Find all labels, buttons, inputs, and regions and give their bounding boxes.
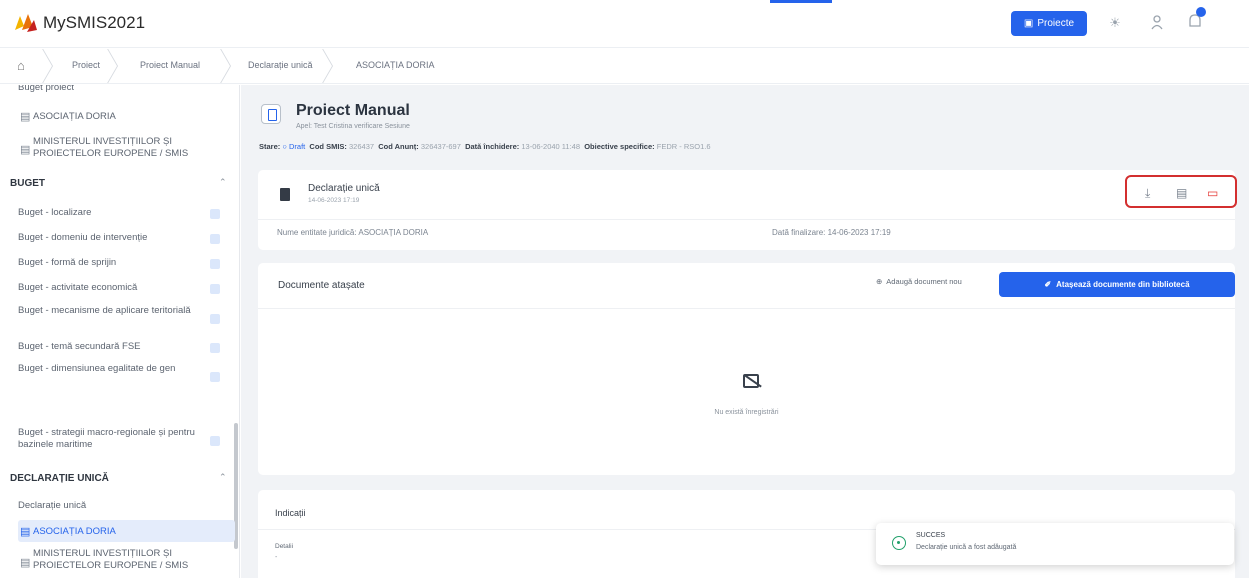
meta-value: FEDR - RSO1.6 xyxy=(656,142,711,151)
indications-title: Indicații xyxy=(275,508,306,518)
chevron-up-icon[interactable]: ⌃ xyxy=(219,177,227,188)
user-icon[interactable] xyxy=(1148,14,1166,32)
breadcrumb-separator xyxy=(320,49,321,83)
sidebar-item-declaratie-unica[interactable]: Declarație unică xyxy=(18,500,86,512)
file-icon xyxy=(280,188,290,201)
success-icon xyxy=(892,536,906,550)
sidebar-item-buget[interactable]: Buget - localizare xyxy=(18,207,91,219)
status-badge xyxy=(210,234,220,244)
sidebar-item-buget[interactable]: Buget - dimensiunea egalitate de gen xyxy=(18,363,198,375)
app-title[interactable]: MySMIS2021 xyxy=(43,13,145,33)
breadcrumb-separator xyxy=(218,49,219,83)
attach-from-library-button[interactable]: ✐ Atașează documente din bibliotecă xyxy=(999,272,1235,297)
sidebar-item-buget-proiect[interactable]: Buget proiect xyxy=(18,85,74,94)
status-badge xyxy=(210,284,220,294)
main-content: Proiect Manual Apel: Test Cristina verif… xyxy=(241,85,1249,578)
meta-label: Dată închidere: xyxy=(465,142,520,151)
meta-label: Obiective specifice: xyxy=(584,142,655,151)
breadcrumb-separator xyxy=(105,49,106,83)
divider xyxy=(258,219,1235,220)
sidebar-section-buget[interactable]: BUGET xyxy=(10,178,45,189)
top-link-underline xyxy=(770,0,832,3)
view-document-icon[interactable]: ▤ xyxy=(1176,186,1187,200)
document-icon: ▤ xyxy=(20,557,31,569)
app-logo-icon xyxy=(15,14,37,32)
status-badge xyxy=(210,314,220,324)
page-subtitle: Apel: Test Cristina verificare Sesiune xyxy=(296,123,410,130)
paperclip-icon: ✐ xyxy=(1044,280,1052,289)
empty-state-text: Nu există înregistrări xyxy=(714,409,779,416)
breadcrumb-item-declaratie[interactable]: Declarație unică xyxy=(248,60,313,70)
sidebar-item-buget[interactable]: Buget - mecanisme de aplicare teritorial… xyxy=(18,305,198,317)
chevron-up-icon[interactable]: ⌃ xyxy=(219,472,227,483)
page-title: Proiect Manual xyxy=(296,102,410,119)
status-badge xyxy=(210,372,220,382)
meta-label: Cod Anunț: xyxy=(378,142,419,151)
divider xyxy=(258,308,1235,309)
projects-button-label: Proiecte xyxy=(1037,18,1075,29)
sidebar: Buget proiect ▤ ASOCIAȚIA DORIA ▤ MINIST… xyxy=(0,85,240,578)
entity-name: Nume entitate juridică: ASOCIAȚIA DORIA xyxy=(277,228,429,237)
sidebar-item-buget[interactable]: Buget - activitate economică xyxy=(18,282,137,294)
project-meta: Stare: ○ Draft Cod SMIS: 326437 Cod Anun… xyxy=(259,142,711,151)
document-name: Declarație unică xyxy=(308,183,380,194)
add-document-button[interactable]: ⊕ Adaugă document nou xyxy=(876,277,962,286)
sidebar-item-buget[interactable]: Buget - strategii macro-regionale și pen… xyxy=(18,427,198,451)
status-value: Draft xyxy=(288,142,306,151)
document-icon: ▤ xyxy=(20,111,31,123)
details-label: Detalii xyxy=(275,543,294,550)
sidebar-item-buget[interactable]: Buget - formă de sprijin xyxy=(18,257,116,269)
sidebar-section-declaratie[interactable]: DECLARAȚIE UNICĂ xyxy=(10,473,109,484)
meta-value: 326437-697 xyxy=(420,142,461,151)
meta-label: Cod SMIS: xyxy=(309,142,347,151)
document-icon: ▤ xyxy=(20,144,31,156)
plus-circle-icon: ⊕ xyxy=(876,277,883,286)
attachments-title: Documente atașate xyxy=(278,280,365,291)
home-icon[interactable]: ⌂ xyxy=(17,58,25,73)
attachments-card: Documente atașate ⊕ Adaugă document nou … xyxy=(258,263,1235,475)
meta-label: Stare: xyxy=(259,142,281,151)
toast-message: Declarație unică a fost adăugată xyxy=(916,544,1017,551)
breadcrumb-item-current: ASOCIAȚIA DORIA xyxy=(356,60,435,70)
document-card: Declarație unică 14-06-2023 17:19 ⤓ ▤ ▭ … xyxy=(258,170,1237,250)
success-toast: SUCCES Declarație unică a fost adăugată xyxy=(876,523,1234,565)
no-records-icon xyxy=(743,374,759,388)
breadcrumb-item-proiect[interactable]: Proiect xyxy=(72,60,100,70)
download-icon[interactable]: ⤓ xyxy=(1145,186,1150,201)
notifications-bell-icon[interactable] xyxy=(1186,6,1208,32)
app-header: MySMIS2021 ▣ Proiecte ☀ xyxy=(0,0,1249,46)
project-document-icon xyxy=(261,104,281,124)
document-icon: ▤ xyxy=(20,526,31,538)
details-value: - xyxy=(275,554,278,561)
breadcrumb: ⌂ Proiect Proiect Manual Declarație unic… xyxy=(0,47,1249,84)
sidebar-item-declaratie-partner[interactable]: MINISTERUL INVESTIȚIILOR ȘI PROIECTELOR … xyxy=(33,548,225,572)
status-badge xyxy=(210,209,220,219)
document-actions-highlight: ⤓ ▤ ▭ xyxy=(1125,175,1237,208)
status-draft-icon: ○ xyxy=(282,142,287,151)
finalized-date: Dată finalizare: 14-06-2023 17:19 xyxy=(772,228,891,237)
sidebar-item-buget[interactable]: Buget - domeniu de intervenție xyxy=(18,232,147,244)
breadcrumb-separator xyxy=(40,49,41,83)
sidebar-item-declaratie-partner-active[interactable]: ASOCIAȚIA DORIA xyxy=(33,526,116,538)
delete-icon[interactable]: ▭ xyxy=(1207,186,1218,200)
status-badge xyxy=(210,259,220,269)
toast-title: SUCCES xyxy=(916,532,946,539)
projects-button[interactable]: ▣ Proiecte xyxy=(1011,11,1087,36)
projects-icon: ▣ xyxy=(1023,18,1034,29)
theme-toggle-icon[interactable]: ☀ xyxy=(1106,14,1124,32)
attach-from-library-label: Atașează documente din bibliotecă xyxy=(1056,280,1190,289)
meta-value: 326437 xyxy=(349,142,375,151)
status-badge xyxy=(210,436,220,446)
document-date: 14-06-2023 17:19 xyxy=(308,197,360,204)
sidebar-item-partner[interactable]: ASOCIAȚIA DORIA xyxy=(33,111,116,123)
sidebar-item-buget[interactable]: Buget - temă secundară FSE xyxy=(18,341,141,353)
meta-value: 13-06-2040 11:48 xyxy=(521,142,581,151)
sidebar-item-partner[interactable]: MINISTERUL INVESTIȚIILOR ȘI PROIECTELOR … xyxy=(33,136,225,160)
add-document-label: Adaugă document nou xyxy=(886,277,962,286)
status-badge xyxy=(210,343,220,353)
breadcrumb-item-proiect-manual[interactable]: Proiect Manual xyxy=(140,60,200,70)
